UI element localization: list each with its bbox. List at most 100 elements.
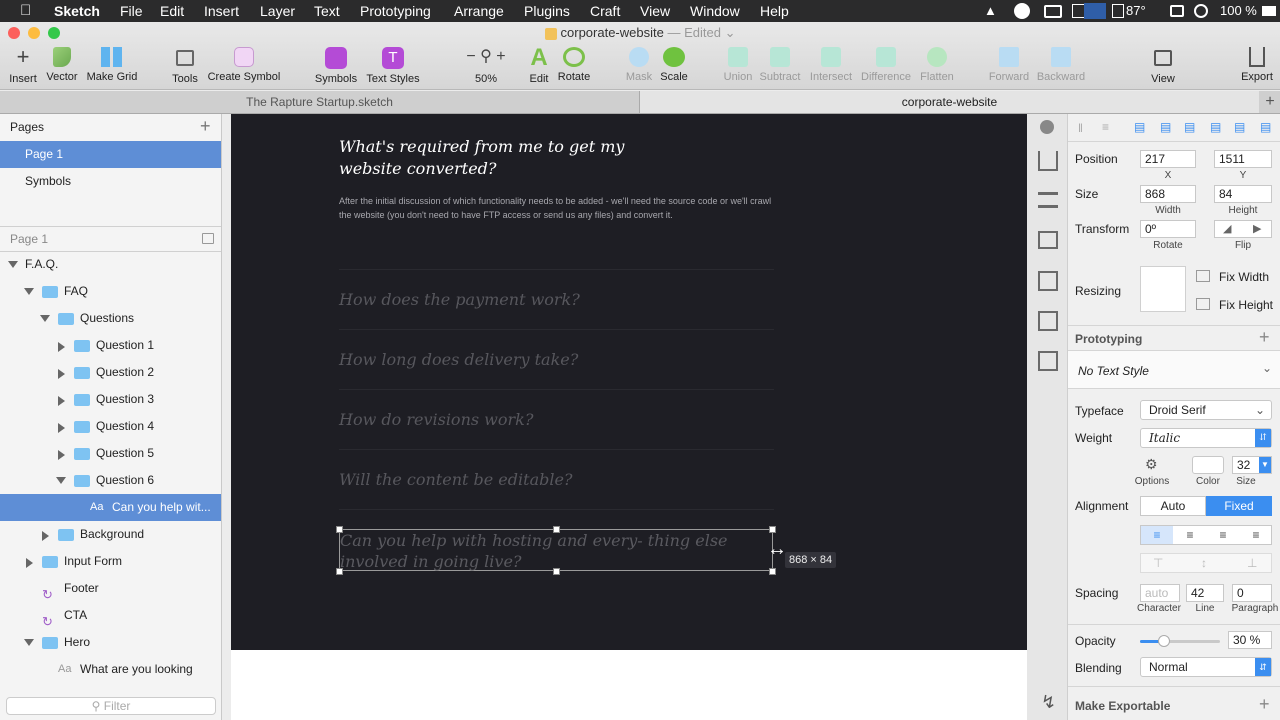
opacity-slider-knob[interactable] (1158, 635, 1170, 647)
insert-button[interactable]: + Insert (6, 46, 40, 86)
disclosure-closed-icon[interactable] (42, 531, 49, 541)
resizing-control[interactable] (1140, 266, 1186, 312)
symbols-button[interactable]: Symbols (312, 47, 360, 85)
filter-input[interactable]: ⚲ Filter (6, 697, 216, 715)
layer-row[interactable]: ↻ CTA (0, 602, 221, 629)
spotify-icon[interactable] (1014, 3, 1030, 19)
auto-width-button[interactable]: Auto (1140, 496, 1206, 516)
disclosure-open-icon[interactable] (24, 639, 34, 646)
align-middle-icon[interactable]: ▤ (1234, 120, 1245, 134)
view-button[interactable]: View (1146, 47, 1180, 85)
scale-button[interactable]: Scale (658, 47, 690, 83)
menu-plugins[interactable]: Plugins (524, 3, 570, 19)
disclosure-closed-icon[interactable] (58, 450, 65, 460)
text-align-center-icon[interactable]: ≡ (1174, 526, 1206, 544)
camera-icon[interactable] (1044, 5, 1062, 18)
export-button[interactable]: Export (1238, 47, 1276, 83)
align-top-icon[interactable]: ▤ (1210, 120, 1221, 134)
question-4-text[interactable]: Will the content be editable? (339, 470, 573, 489)
layer-row[interactable]: Input Form (0, 548, 221, 575)
valign-middle-icon[interactable]: ↕ (1201, 556, 1207, 570)
fix-height-label[interactable]: Fix Height (1219, 298, 1273, 312)
forward-button[interactable]: Forward (988, 47, 1030, 83)
layer-row[interactable]: FAQ (0, 278, 221, 305)
image-icon[interactable] (1038, 351, 1058, 371)
menu-prototyping[interactable]: Prototyping (360, 3, 431, 19)
align-right-icon[interactable]: ▤ (1184, 120, 1195, 134)
y-field[interactable]: 1511 (1214, 150, 1272, 168)
create-symbol-button[interactable]: Create Symbol (206, 47, 282, 83)
disclosure-closed-icon[interactable] (58, 369, 65, 379)
notes-icon[interactable] (1170, 5, 1184, 17)
text-style-dropdown[interactable]: No Text Style ⌄ (1068, 351, 1280, 389)
flip-control[interactable]: ◢ ▶ (1214, 220, 1272, 238)
text-align-justify-icon[interactable]: ≡ (1240, 526, 1272, 544)
layer-row[interactable]: F.A.Q. (0, 251, 221, 278)
battery-icon[interactable] (1262, 6, 1276, 16)
menu-craft[interactable]: Craft (590, 3, 620, 19)
rotate-field[interactable]: 0º (1140, 220, 1196, 238)
collapse-layers-icon[interactable] (202, 233, 214, 244)
flip-horizontal-icon[interactable]: ◢ (1223, 222, 1231, 235)
search-icon[interactable] (1194, 4, 1208, 18)
height-field[interactable]: 84 (1214, 185, 1272, 203)
lightning-icon[interactable]: ↯ (1041, 692, 1056, 713)
make-grid-button[interactable]: Make Grid (84, 47, 140, 83)
menu-text[interactable]: Text (314, 3, 340, 19)
menu-layer[interactable]: Layer (260, 3, 295, 19)
upload-icon[interactable] (1038, 151, 1058, 171)
disclosure-closed-icon[interactable] (58, 396, 65, 406)
font-size-field[interactable]: 32 ▼ (1232, 456, 1272, 474)
tab-corporate-website[interactable]: corporate-website (639, 91, 1259, 113)
question-3-text[interactable]: How do revisions work? (339, 410, 533, 429)
text-align-left-icon[interactable]: ≡ (1141, 526, 1173, 544)
menu-insert[interactable]: Insert (204, 3, 239, 19)
gear-icon[interactable]: ⚙ (1145, 456, 1158, 473)
layer-row[interactable]: Aa What are you looking (0, 656, 221, 683)
add-page-icon[interactable]: + (200, 116, 211, 137)
new-tab-icon[interactable]: + (1260, 91, 1280, 113)
artboard[interactable]: What's required from me to get my websit… (231, 114, 1027, 650)
opacity-field[interactable]: 30 % (1228, 631, 1272, 649)
dropbox-icon[interactable]: ▲ (984, 3, 997, 18)
selection-box[interactable]: Can you help with hosting and every- thi… (339, 529, 773, 571)
edit-button[interactable]: A Edit (526, 46, 552, 86)
disclosure-open-icon[interactable] (56, 477, 66, 484)
difference-button[interactable]: Difference (858, 47, 914, 83)
distribute-vertical-icon[interactable]: ≡ (1102, 120, 1109, 134)
chevron-down-icon[interactable]: ⌄ (721, 25, 736, 40)
align-bottom-icon[interactable]: ▤ (1260, 120, 1271, 134)
weight-dropdown[interactable]: Italic ⇵ (1140, 428, 1272, 448)
data-icon[interactable] (1038, 231, 1058, 249)
fix-height-icon[interactable] (1196, 298, 1210, 310)
opacity-slider[interactable] (1140, 635, 1220, 647)
add-export-icon[interactable]: + (1259, 694, 1270, 715)
apple-icon[interactable]:  (20, 2, 31, 19)
disclosure-closed-icon[interactable] (58, 342, 65, 352)
layer-row[interactable]: Question 6 (0, 467, 221, 494)
menu-arrange[interactable]: Arrange (454, 3, 504, 19)
layer-row[interactable]: Question 3 (0, 386, 221, 413)
menu-view[interactable]: View (640, 3, 670, 19)
resize-handle[interactable] (769, 568, 776, 575)
layer-row[interactable]: Question 2 (0, 359, 221, 386)
resize-handle[interactable] (336, 568, 343, 575)
menu-file[interactable]: File (120, 3, 143, 19)
zoom-control[interactable]: − ⚲ + 50% (454, 47, 518, 85)
resize-handle[interactable] (553, 568, 560, 575)
typeface-dropdown[interactable]: Droid Serif ⌄ (1140, 400, 1272, 420)
text-styles-button[interactable]: T Text Styles (362, 47, 424, 85)
tab-rapture-startup[interactable]: The Rapture Startup.sketch (0, 91, 639, 113)
page-item-symbols[interactable]: Symbols (0, 168, 221, 195)
layer-row[interactable]: Question 5 (0, 440, 221, 467)
disclosure-closed-icon[interactable] (26, 558, 33, 568)
valign-bottom-icon[interactable]: ⊥ (1247, 556, 1257, 570)
align-left-icon[interactable]: ▤ (1134, 120, 1145, 134)
paragraph-spacing-field[interactable]: 0 (1232, 584, 1272, 602)
mask-button[interactable]: Mask (624, 47, 654, 83)
distribute-horizontal-icon[interactable]: ‖ (1078, 121, 1083, 135)
disclosure-open-icon[interactable] (8, 261, 18, 268)
prototype-icon[interactable] (1038, 311, 1058, 331)
layer-row[interactable]: Hero (0, 629, 221, 656)
fix-width-icon[interactable] (1196, 270, 1210, 282)
